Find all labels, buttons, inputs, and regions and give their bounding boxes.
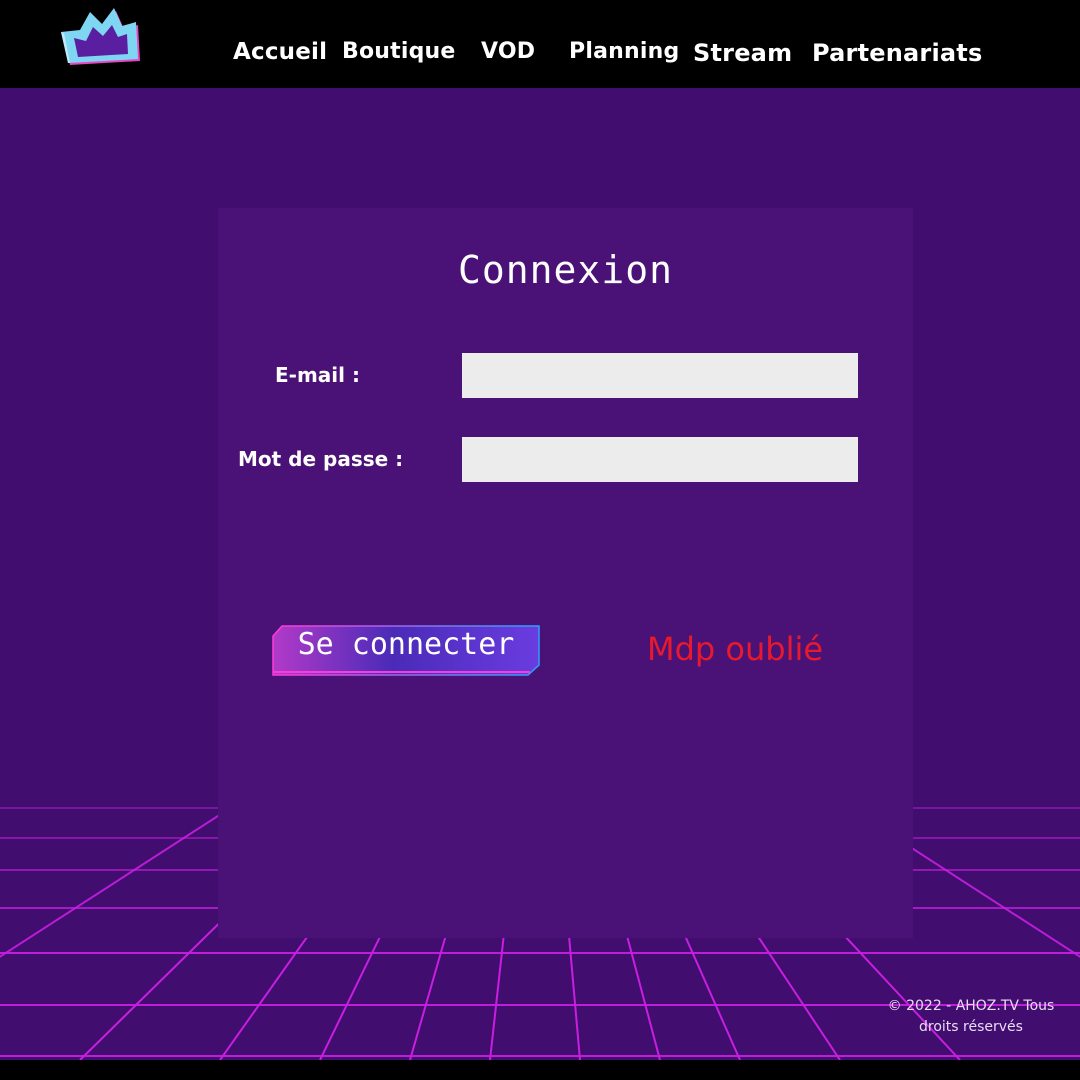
email-field[interactable] — [462, 353, 858, 398]
copyright-line-1: © 2022 - AHOZ.TV Tous — [887, 998, 1055, 1014]
nav-planning[interactable]: Planning — [569, 39, 679, 64]
copyright-text: © 2022 - AHOZ.TV Tous droits réservés — [880, 996, 1062, 1038]
nav-accueil[interactable]: Accueil — [233, 39, 327, 65]
nav-partenariats[interactable]: Partenariats — [812, 39, 982, 67]
nav-boutique[interactable]: Boutique — [342, 39, 456, 64]
password-label: Mot de passe : — [238, 447, 404, 471]
connect-button-label: Se connecter — [297, 627, 515, 662]
nav-stream[interactable]: Stream — [693, 39, 792, 67]
site-header: Accueil Boutique VOD Planning Stream Par… — [0, 0, 1080, 88]
crown-icon[interactable] — [58, 5, 144, 67]
bottom-bar — [0, 1060, 1080, 1080]
connect-button[interactable]: Se connecter — [272, 625, 540, 676]
nav-vod[interactable]: VOD — [481, 39, 535, 64]
login-title: Connexion — [458, 248, 673, 292]
login-panel: Connexion E-mail : Mot de passe : Se con… — [218, 208, 913, 938]
email-label: E-mail : — [275, 363, 360, 387]
main-content: Connexion E-mail : Mot de passe : Se con… — [0, 88, 1080, 1060]
password-field[interactable] — [462, 437, 858, 482]
copyright-line-2: droits réservés — [919, 1019, 1023, 1035]
forgot-password-link[interactable]: Mdp oublié — [647, 630, 823, 668]
